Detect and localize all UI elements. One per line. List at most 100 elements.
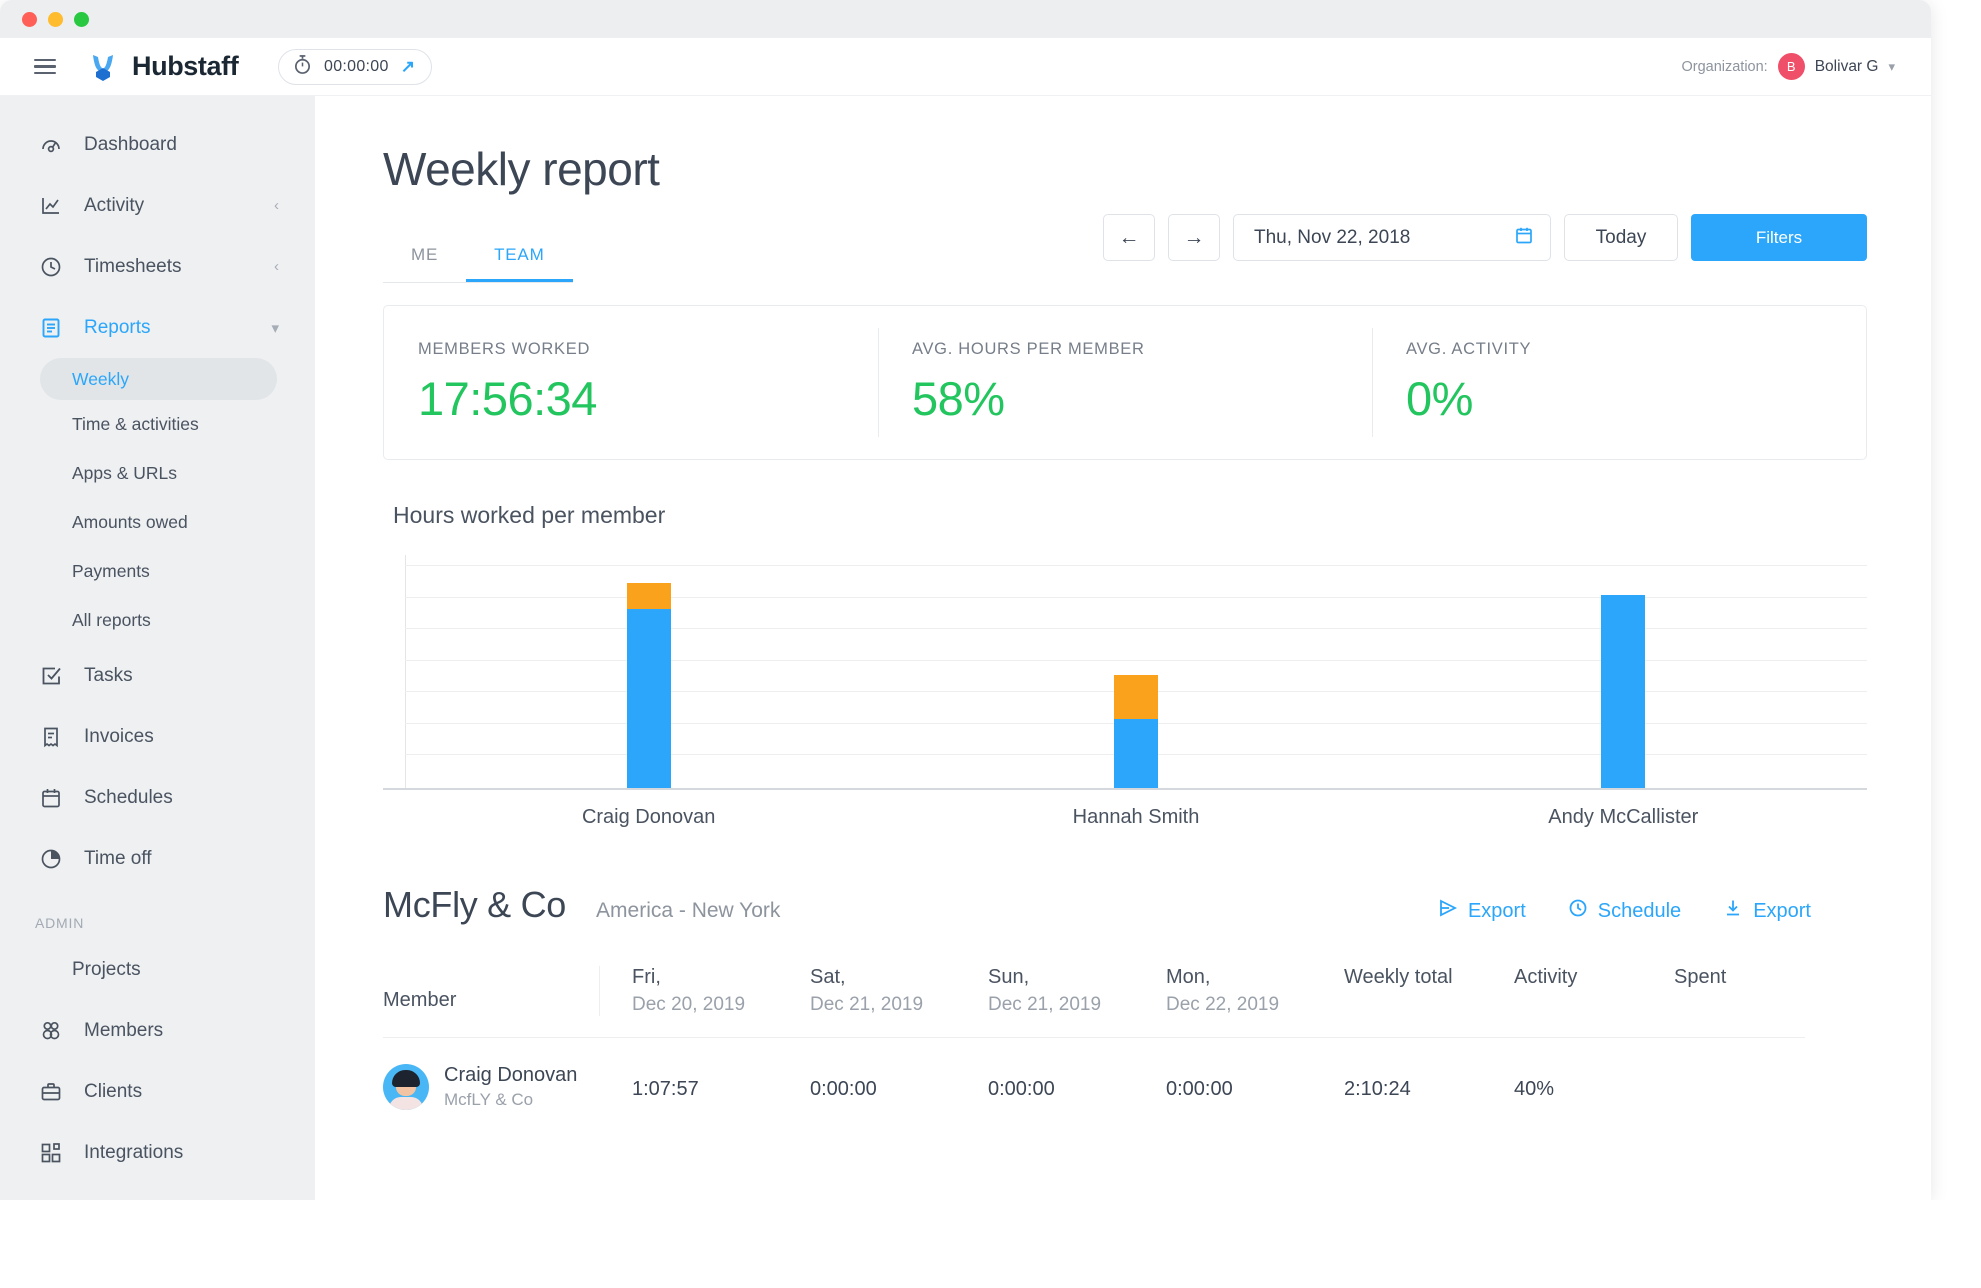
minimize-window-button[interactable] (48, 11, 63, 27)
clock-icon (38, 254, 64, 280)
stat-avg-activity: AVG. ACTIVITY 0% (1372, 306, 1866, 459)
sidebar-item-projects[interactable]: Projects (0, 939, 315, 1000)
send-icon (1438, 898, 1458, 924)
tab-team[interactable]: TEAM (466, 233, 573, 282)
column-header-activity: Activity (1514, 966, 1674, 1016)
chart-line-icon (38, 193, 64, 219)
organization-switcher[interactable]: Organization: B Bolivar G ▾ (1681, 53, 1895, 80)
sidebar-subitem-label: Apps & URLs (72, 463, 178, 483)
brand-logo-group[interactable]: Hubstaff (86, 50, 239, 84)
external-link-icon[interactable]: ↗ (401, 58, 415, 75)
sidebar-item-time-off[interactable]: Time off (0, 828, 315, 889)
column-header-sublabel: Dec 22, 2019 (1166, 994, 1280, 1015)
stat-value: 17:56:34 (418, 372, 597, 425)
app-root: Hubstaff 00:00:00 ↗ Organization: B Boli (0, 0, 1981, 1288)
member-cell[interactable]: Craig Donovan McfLY & Co (383, 1064, 599, 1114)
export-send-button[interactable]: Export (1438, 898, 1526, 924)
hamburger-icon[interactable] (34, 58, 56, 75)
today-button[interactable]: Today (1564, 214, 1678, 261)
sidebar-subitem-payments[interactable]: Payments (0, 547, 315, 596)
date-input[interactable]: Thu, Nov 22, 2018 (1233, 214, 1551, 261)
sidebar-item-dashboard[interactable]: Dashboard (0, 114, 315, 175)
chart-bar[interactable] (1114, 675, 1158, 788)
maximize-window-button[interactable] (74, 11, 89, 27)
chart-x-axis (383, 788, 1867, 790)
sidebar-item-invoices[interactable]: Invoices (0, 706, 315, 767)
chart-category-labels: Craig Donovan Hannah Smith Andy McCalliste… (383, 806, 1867, 836)
chart-category-label: Craig Donovan (581, 806, 716, 828)
chart-gridline (405, 597, 1867, 598)
pie-clock-icon (38, 846, 64, 872)
filters-button[interactable]: Filters (1691, 214, 1867, 261)
page-title: Weekly report (383, 143, 660, 195)
sidebar-item-timesheets[interactable]: Timesheets ‹ (0, 236, 315, 297)
sidebar-item-integrations[interactable]: Integrations (0, 1122, 315, 1183)
sidebar-item-label: Activity (84, 194, 145, 216)
cell-weekly-total: 2:10:24 (1344, 1077, 1411, 1100)
column-header-member: Member (383, 989, 599, 1016)
speedometer-icon (38, 132, 64, 158)
clock-icon (1568, 898, 1588, 924)
download-icon (1723, 898, 1743, 924)
chart-bar[interactable] (626, 583, 671, 788)
cell-sat: 0:00:00 (810, 1077, 877, 1100)
close-window-button[interactable] (22, 11, 37, 27)
stat-members-worked: MEMBERS WORKED 17:56:34 (384, 306, 878, 459)
sidebar-item-activity[interactable]: Activity ‹ (0, 175, 315, 236)
chart-gridline (405, 565, 1867, 566)
sidebar-subitem-label: Time & activities (72, 414, 199, 434)
timer-widget[interactable]: 00:00:00 ↗ (278, 48, 432, 85)
sidebar-subitem-apps-urls[interactable]: Apps & URLs (0, 449, 315, 498)
column-header-label: Weekly total (1344, 966, 1453, 988)
hours-per-member-chart (383, 555, 1867, 790)
sidebar-item-reports[interactable]: Reports ▾ (0, 297, 315, 358)
export-download-button[interactable]: Export (1723, 898, 1811, 924)
window-titlebar (0, 0, 1931, 38)
sidebar-subitem-label: Amounts owed (72, 512, 188, 532)
sidebar-item-label: Tasks (84, 664, 133, 686)
receipt-icon (38, 724, 64, 750)
prev-date-button[interactable]: ← (1103, 214, 1155, 261)
sidebar-item-label: Members (84, 1019, 164, 1041)
company-name: McFly & Co (383, 884, 567, 925)
people-icon (38, 1018, 64, 1044)
sidebar-subitem-time-activities[interactable]: Time & activities (0, 400, 315, 449)
column-header-sublabel: Dec 20, 2019 (632, 994, 746, 1015)
sidebar-subitem-label: Weekly (72, 368, 130, 389)
table-row[interactable]: Craig Donovan McfLY & Co 1:07:57 0:00:00… (383, 1038, 1867, 1114)
page-bottom-strip (0, 1200, 1981, 1288)
action-label: Export (1753, 899, 1811, 922)
browser-window: Hubstaff 00:00:00 ↗ Organization: B Boli (0, 0, 1931, 1200)
tab-me[interactable]: ME (383, 233, 466, 282)
column-header-fri: Fri, Dec 20, 2019 (632, 966, 810, 1016)
sidebar-item-clients[interactable]: Clients (0, 1061, 315, 1122)
sidebar-subitem-amounts-owed[interactable]: Amounts owed (0, 498, 315, 547)
sidebar-item-label: Dashboard (84, 133, 177, 155)
sidebar-item-tasks[interactable]: Tasks (0, 645, 315, 706)
sidebar-subitem-weekly[interactable]: Weekly (40, 358, 277, 400)
schedule-button[interactable]: Schedule (1568, 898, 1681, 924)
sidebar-subitem-all-reports[interactable]: All reports (0, 596, 315, 645)
sidebar-subitem-label: All reports (72, 610, 151, 630)
column-header-label: Sat, (810, 966, 846, 988)
chart-bar[interactable] (1601, 594, 1646, 788)
organization-label: Organization: (1681, 58, 1768, 75)
date-value: Thu, Nov 22, 2018 (1254, 226, 1411, 248)
controls-row: ME TEAM ← → Thu, Nov 22, 2018 Today Filt… (315, 214, 1931, 283)
column-header-label: Mon, (1166, 966, 1211, 988)
calendar-icon[interactable] (1514, 225, 1534, 250)
sidebar-item-members[interactable]: Members (0, 1000, 315, 1061)
sidebar-item-schedules[interactable]: Schedules (0, 767, 315, 828)
company-header: McFly & Co America - New York Export Sch… (383, 884, 1867, 926)
chevron-left-icon: ‹ (274, 258, 279, 275)
chart-bar-segment-tracked (1601, 594, 1646, 788)
cell-sun: 0:00:00 (988, 1077, 1055, 1100)
column-header-label: Fri, (632, 966, 661, 988)
next-date-button[interactable]: → (1168, 214, 1220, 261)
checkbox-icon (38, 663, 64, 689)
column-header-label: Activity (1514, 966, 1578, 988)
chart-bar-segment-manual (626, 583, 671, 609)
column-header-mon: Mon, Dec 22, 2019 (1166, 966, 1344, 1016)
member-name: Craig Donovan (444, 1064, 578, 1086)
chart-bar-segment-tracked (1114, 718, 1158, 788)
